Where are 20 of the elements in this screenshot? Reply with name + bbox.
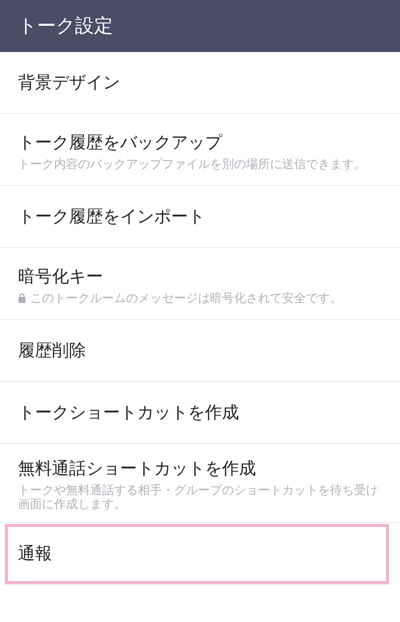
item-label: トークショートカットを作成 — [18, 402, 240, 424]
settings-item[interactable]: 通報 — [4, 522, 390, 585]
settings-item[interactable]: トークショートカットを作成 — [0, 382, 400, 444]
settings-item[interactable]: 履歴削除 — [0, 320, 400, 382]
item-label: 背景デザイン — [18, 72, 121, 94]
item-label: 履歴削除 — [18, 340, 87, 362]
item-description: トーク内容のバックアップファイルを別の場所に送信できます。 — [18, 156, 366, 172]
item-label: トーク履歴をインポート — [18, 206, 206, 228]
item-label: 暗号化キー — [18, 266, 104, 288]
item-description: このトークルームのメッセージは暗号化されて安全です。 — [30, 290, 342, 306]
header-title: トーク設定 — [18, 14, 113, 39]
item-label: 通報 — [18, 542, 53, 565]
settings-item[interactable]: 無料通話ショートカットを作成 トークや無料通話する相手・グループのショートカットを待ち受け画面に作成します。 — [0, 444, 400, 523]
settings-item[interactable]: トーク履歴をインポート — [0, 186, 400, 248]
settings-item[interactable]: 背景デザイン — [0, 52, 400, 114]
settings-item[interactable]: 暗号化キー このトークルームのメッセージは暗号化されて安全です。 — [0, 248, 400, 320]
item-description: トークや無料通話する相手・グループのショートカットを待ち受け画面に作成します。 — [18, 483, 379, 512]
settings-item[interactable]: トーク履歴をバックアップ トーク内容のバックアップファイルを別の場所に送信できます。 — [0, 114, 400, 186]
item-label: トーク履歴をバックアップ — [18, 132, 224, 154]
item-label: 無料通話ショートカットを作成 — [18, 458, 257, 480]
